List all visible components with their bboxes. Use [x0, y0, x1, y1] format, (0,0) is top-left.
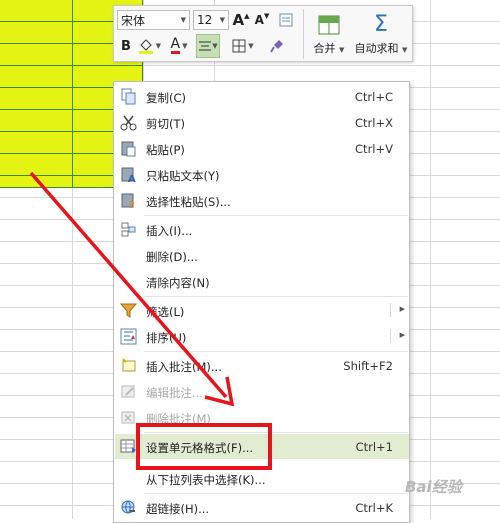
border-button[interactable]: ▼	[229, 36, 257, 56]
menu-item-insert[interactable]: 插入(I)...	[115, 217, 409, 242]
fill-color-icon	[139, 39, 153, 54]
shrink-font-button[interactable]: A ▼	[253, 10, 271, 30]
chevron-down-icon: ▼	[182, 42, 188, 50]
context-menu: 复制(C) Ctrl+C 剪切(T) Ctrl+X 粘贴(P) Ctrl+V A…	[113, 81, 410, 523]
menu-item-hyperlink[interactable]: 超链接(H)... Ctrl+K	[115, 495, 409, 520]
paste-text-icon: A	[121, 167, 136, 183]
up-arrow-icon: ▲	[244, 12, 250, 20]
chevron-down-icon: ▼	[248, 42, 254, 50]
font-color-button[interactable]: A ▼	[166, 36, 192, 56]
grid-column-line	[430, 0, 431, 519]
autosum-button[interactable]: Σ 自动求和 ▼	[350, 10, 412, 60]
align-center-icon	[199, 41, 212, 51]
hyperlink-icon	[121, 500, 135, 514]
clear-format-button[interactable]	[277, 10, 294, 30]
sigma-icon: Σ	[374, 12, 388, 37]
scissors-icon	[120, 115, 137, 131]
bold-button[interactable]: B	[117, 36, 135, 56]
format-cells-icon	[120, 439, 136, 453]
menu-item-insert-comment[interactable]: 插入批注(M)... Shift+F2	[115, 353, 409, 378]
grow-font-button[interactable]: A ▲	[232, 10, 250, 30]
menu-item-paste[interactable]: 粘贴(P) Ctrl+V	[115, 136, 409, 161]
border-icon	[232, 39, 246, 53]
menu-item-paste-text[interactable]: A 只粘贴文本(Y)	[115, 162, 409, 187]
svg-text:A: A	[128, 174, 136, 183]
menu-item-clear[interactable]: 清除内容(N)	[115, 269, 409, 294]
paste-special-icon: ?	[121, 193, 135, 209]
watermark: Bai经验	[405, 478, 462, 496]
fill-color-button[interactable]: ▼	[137, 36, 161, 56]
format-painter-icon	[270, 40, 283, 53]
submenu-arrow-icon: ▶	[399, 331, 405, 339]
menu-item-delete-comment: 删除批注(M)	[115, 405, 409, 430]
font-size-select[interactable]: 12 ▼	[193, 10, 229, 30]
chevron-down-icon: ▼	[155, 42, 161, 50]
svg-text:?: ?	[129, 200, 135, 209]
chevron-down-icon: ▼	[180, 16, 186, 24]
menu-item-sort[interactable]: 排序(U) ▶	[115, 324, 409, 349]
mini-toolbar: 宋体 ▼ 12 ▼ A ▲ A ▼ B ▼ A ▼ ▼ ▼ 合并 ▼ Σ 自动求和 …	[113, 5, 413, 62]
edit-comment-icon	[121, 385, 135, 398]
submenu-arrow-icon: ▶	[399, 305, 405, 313]
align-center-button[interactable]: ▼	[196, 34, 220, 58]
menu-item-filter[interactable]: 筛选(L) ▶	[115, 298, 409, 323]
delete-comment-icon	[121, 411, 135, 424]
down-arrow-icon: ▼	[263, 12, 270, 20]
menu-item-copy[interactable]: 复制(C) Ctrl+C	[115, 84, 409, 109]
chevron-down-icon: ▼	[212, 42, 218, 50]
filter-icon	[120, 303, 137, 318]
merge-cells-icon	[318, 15, 340, 35]
menu-item-delete[interactable]: 删除(D)...	[115, 243, 409, 268]
font-name-value: 宋体	[121, 13, 146, 28]
menu-item-format-cells[interactable]: 设置单元格格式(F)... Ctrl+1	[115, 434, 409, 459]
copy-icon	[121, 88, 136, 105]
menu-item-pick-from-list[interactable]: 从下拉列表中选择(K)...	[115, 466, 409, 491]
format-painter-button[interactable]	[267, 36, 287, 56]
font-size-value: 12	[197, 13, 213, 27]
paste-icon	[121, 141, 136, 157]
font-name-select[interactable]: 宋体 ▼	[117, 10, 190, 30]
chevron-down-icon: ▼	[402, 46, 408, 54]
insert-cells-icon	[121, 222, 136, 237]
insert-comment-icon	[122, 358, 136, 372]
clear-format-icon	[279, 13, 292, 27]
chevron-down-icon: ▼	[339, 46, 345, 54]
chevron-down-icon: ▼	[219, 16, 225, 24]
merge-button[interactable]: 合并 ▼	[309, 10, 349, 60]
menu-item-paste-special[interactable]: ? 选择性粘贴(S)...	[115, 188, 409, 213]
menu-item-cut[interactable]: 剪切(T) Ctrl+X	[115, 110, 409, 135]
sort-icon	[120, 328, 137, 345]
menu-item-edit-comment: 编辑批注...	[115, 379, 409, 404]
